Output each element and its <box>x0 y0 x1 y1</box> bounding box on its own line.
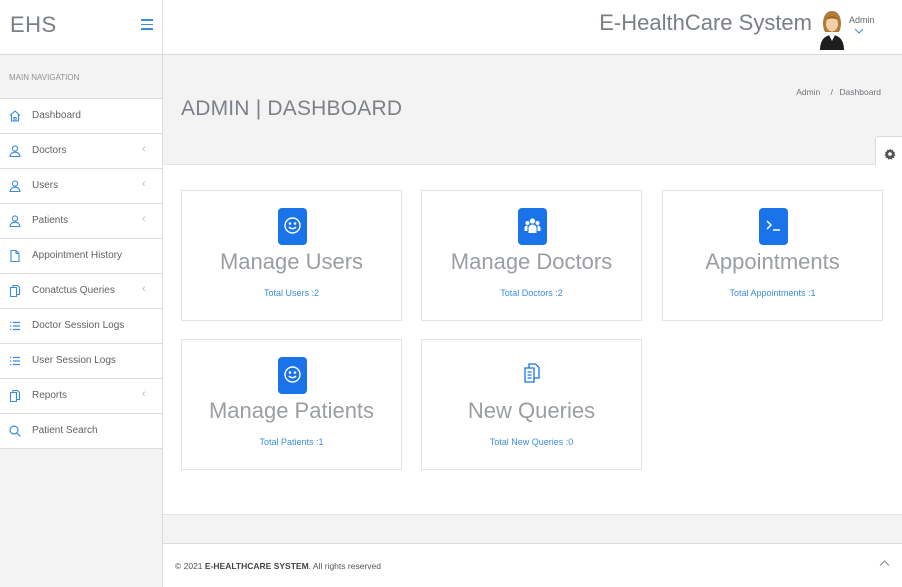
nav-section-label: MAIN NAVIGATION <box>9 73 80 82</box>
breadcrumb-item-admin[interactable]: Admin <box>796 87 820 97</box>
sidebar-item-patients[interactable]: Patients ‹ <box>0 204 162 239</box>
smile-icon <box>284 217 301 234</box>
sidebar-item-appointment-history[interactable]: Appointment History <box>0 239 162 274</box>
gear-icon <box>884 148 896 160</box>
dashboard-content: Manage Users Total Users :2 Manage Docto… <box>163 165 902 514</box>
card-stat-link[interactable]: Total New Queries :0 <box>422 437 641 447</box>
sidebar-item-label: Dashboard <box>32 110 81 121</box>
card-icon-badge <box>278 208 307 245</box>
search-icon <box>9 425 21 437</box>
file-icon <box>10 249 20 263</box>
chevron-down-icon[interactable] <box>854 27 864 35</box>
user-icon <box>9 215 21 228</box>
sidebar-item-label: Users <box>32 180 59 191</box>
card-title: Manage Patients <box>208 398 375 423</box>
copyright-brand: E-HEALTHCARE SYSTEM <box>204 561 309 571</box>
card-new-queries[interactable]: New Queries Total New Queries :0 <box>421 339 642 470</box>
sidebar-item-contactus-queries[interactable]: Conatctus Queries ‹ <box>0 274 162 309</box>
chevron-left-icon: ‹ <box>142 388 146 400</box>
card-stat-link[interactable]: Total Patients :1 <box>182 437 401 447</box>
card-manage-users[interactable]: Manage Users Total Users :2 <box>181 190 402 321</box>
page-title: ADMIN | DASHBOARD <box>181 97 403 120</box>
app-title: E-HealthCare System <box>599 10 812 35</box>
chevron-up-icon[interactable] <box>879 559 890 567</box>
card-stat-link[interactable]: Total Appointments :1 <box>663 288 882 298</box>
card-title: New Queries <box>467 398 596 423</box>
top-header: E-HealthCare System Admin <box>163 0 902 55</box>
card-stat-link[interactable]: Total Doctors :2 <box>422 288 641 298</box>
card-manage-doctors[interactable]: Manage Doctors Total Doctors :2 <box>421 190 642 321</box>
copyright-text: © 2021 E-HEALTHCARE SYSTEM. All rights r… <box>175 561 381 571</box>
brand-logo-text[interactable]: EHS <box>10 12 57 38</box>
files-icon <box>9 284 21 298</box>
sidebar-item-doctor-session-logs[interactable]: Doctor Session Logs <box>0 309 162 344</box>
copyright-suffix: . All rights reserved <box>308 561 381 571</box>
card-icon-badge <box>278 357 307 394</box>
chevron-left-icon: ‹ <box>142 283 146 295</box>
chevron-left-icon: ‹ <box>142 143 146 155</box>
user-icon <box>9 145 21 158</box>
home-icon <box>9 110 21 122</box>
card-title: Appointments <box>705 249 840 274</box>
breadcrumb: Admin / Dashboard <box>796 87 881 97</box>
user-icon <box>9 180 21 193</box>
sidebar-item-users[interactable]: Users ‹ <box>0 169 162 204</box>
sidebar-item-label: Conatctus Queries <box>32 285 115 296</box>
card-appointments[interactable]: Appointments Total Appointments :1 <box>662 190 883 321</box>
breadcrumb-item-dashboard: Dashboard <box>839 87 881 97</box>
chevron-left-icon: ‹ <box>142 213 146 225</box>
brand-bar: EHS <box>0 0 162 55</box>
card-title: Manage Users <box>219 249 364 274</box>
sidebar-item-label: Appointment History <box>32 250 123 261</box>
sidebar-item-label: Doctors <box>32 145 67 156</box>
user-name[interactable]: Admin <box>849 15 875 25</box>
card-stat-link[interactable]: Total Users :2 <box>182 288 401 298</box>
sidebar: EHS MAIN NAVIGATION Dashboard Doctors ‹ … <box>0 0 163 587</box>
users-icon <box>524 218 541 233</box>
sidebar-item-reports[interactable]: Reports ‹ <box>0 379 162 414</box>
card-title: Manage Doctors <box>450 249 613 274</box>
sidebar-item-label: User Session Logs <box>32 355 116 366</box>
files-icon <box>524 363 540 383</box>
sidebar-item-label: Patient Search <box>32 425 98 436</box>
card-manage-patients[interactable]: Manage Patients Total Patients :1 <box>181 339 402 470</box>
footer: © 2021 E-HEALTHCARE SYSTEM. All rights r… <box>163 543 902 587</box>
breadcrumb-separator: / <box>830 87 834 97</box>
sidebar-item-doctors[interactable]: Doctors ‹ <box>0 134 162 169</box>
sidebar-item-label: Reports <box>32 390 68 401</box>
sidebar-item-user-session-logs[interactable]: User Session Logs <box>0 344 162 379</box>
content-bottom-band <box>163 514 902 543</box>
sidebar-item-label: Doctor Session Logs <box>32 320 125 331</box>
hamburger-menu-icon[interactable] <box>141 19 153 31</box>
sidebar-item-dashboard[interactable]: Dashboard <box>0 99 162 134</box>
list-icon <box>10 321 20 331</box>
card-icon-badge <box>518 208 547 245</box>
sidebar-item-patient-search[interactable]: Patient Search <box>0 414 162 449</box>
terminal-icon <box>766 220 780 231</box>
smile-icon <box>284 366 301 383</box>
copyright-year: © 2021 <box>175 561 203 571</box>
list-icon <box>10 356 20 366</box>
card-icon-badge <box>759 208 788 245</box>
files-icon <box>9 389 21 403</box>
sidebar-item-label: Patients <box>32 215 69 226</box>
sidebar-nav: Dashboard Doctors ‹ Users ‹ Patients ‹ A… <box>0 98 162 449</box>
avatar[interactable] <box>818 8 846 50</box>
chevron-left-icon: ‹ <box>142 178 146 190</box>
page-header: ADMIN | DASHBOARD Admin / Dashboard <box>163 55 902 165</box>
